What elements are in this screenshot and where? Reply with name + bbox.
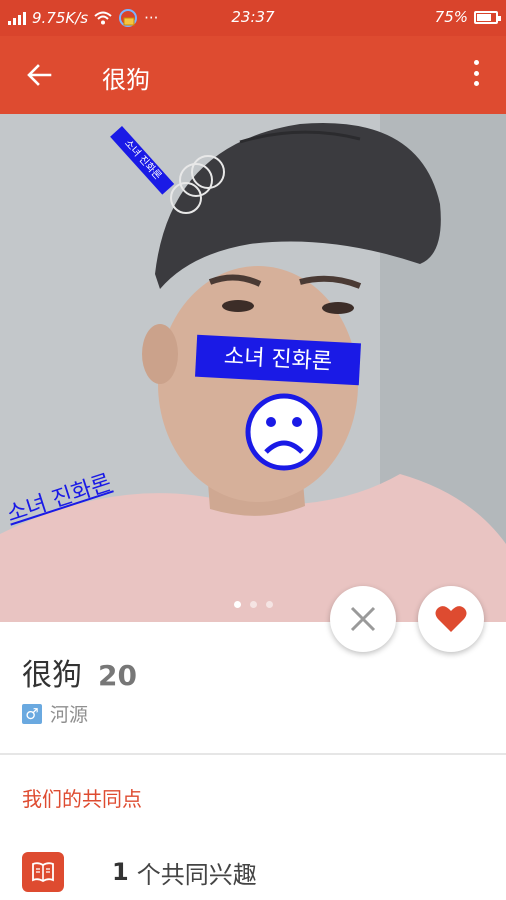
common-interest-count: 1 [112,858,129,886]
profile-age: 20 [98,659,137,692]
male-icon: ♂ [22,703,42,724]
profile-location: 河源 [50,704,89,726]
battery-percent: 75% [434,8,468,26]
like-button[interactable] [418,586,484,652]
heart-icon [435,606,467,632]
app-bar: 很狗 [0,36,506,114]
common-section-title: 我们的共同点 [22,787,142,811]
arrow-left-icon [27,64,52,86]
profile-location-row: ♂ 河源 [22,700,88,727]
more-vert-icon [473,60,479,86]
pager-dot-3[interactable] [265,601,273,608]
back-button[interactable] [22,58,56,92]
common-interest-row[interactable]: 1 个共同兴趣 [22,852,257,892]
pager-dot-2[interactable] [249,601,257,608]
page-title: 很狗 [102,66,150,94]
profile-name-row: 很狗 20 [22,650,137,694]
divider [0,753,506,755]
book-icon [22,852,64,892]
sad-face-icon [245,393,323,471]
dislike-button[interactable] [330,586,396,652]
more-options-button[interactable] [466,60,486,90]
profile-photo[interactable]: 소녀 진화론 소녀 진화론 소녀 진화론 [0,114,506,622]
status-right: 75% [434,8,501,26]
profile-name: 很狗 [22,658,82,693]
pager-dot-1[interactable] [233,601,241,608]
status-bar: 9.75K/s ··· 23:37 75% [0,0,506,36]
close-icon [350,606,376,632]
common-interest-label: 个共同兴趣 [136,860,257,889]
photo-sticker-center: 소녀 진화론 [195,334,361,386]
clock: 23:37 [231,8,275,26]
battery-icon [474,10,501,24]
